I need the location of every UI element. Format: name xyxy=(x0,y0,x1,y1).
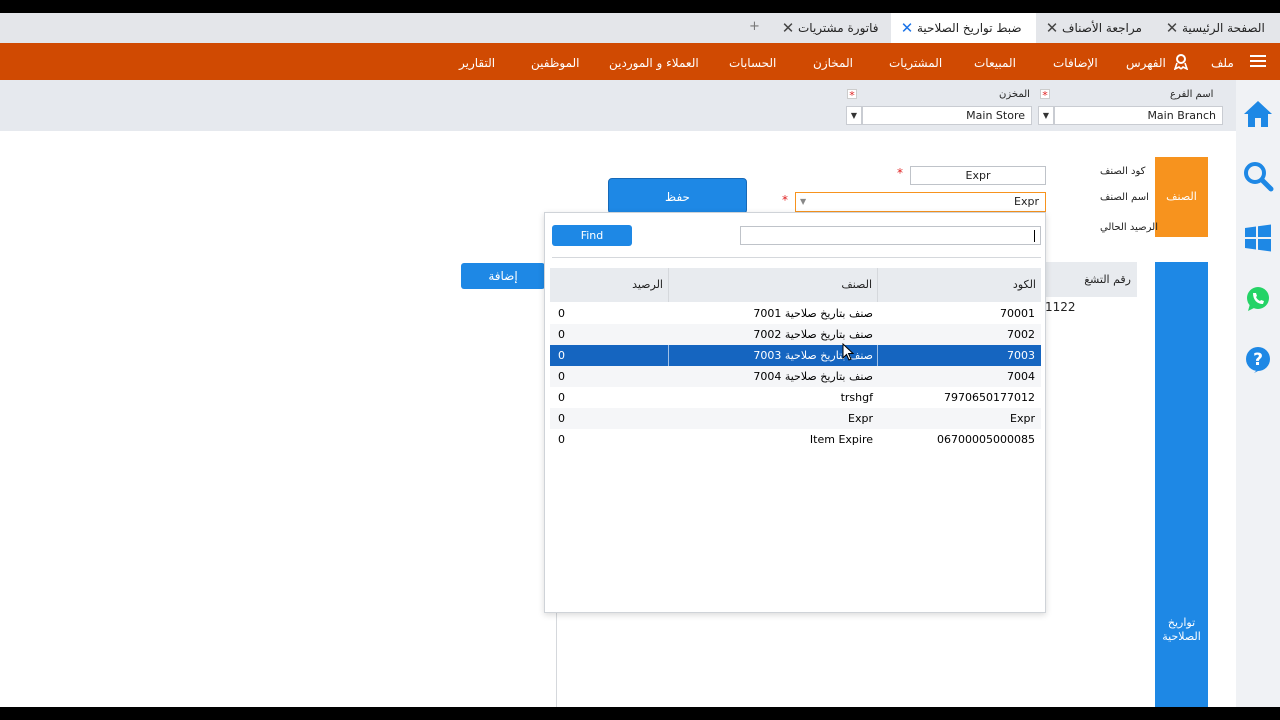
windows-icon[interactable] xyxy=(1242,222,1274,254)
cell-code: Expr xyxy=(1010,412,1035,425)
cell-name: صنف بتاريخ صلاحية 7004 xyxy=(753,370,873,383)
table-row[interactable]: 7970650177012 trshgf 0 xyxy=(550,387,1041,408)
cell-name: trshgf xyxy=(840,391,873,404)
mouse-cursor-icon xyxy=(842,343,854,361)
store-select[interactable]: Main Store xyxy=(862,106,1032,125)
cell-name: صنف بتاريخ صلاحية 7001 xyxy=(753,307,873,320)
cell-balance: 0 xyxy=(558,307,565,320)
cell-balance: 0 xyxy=(558,328,565,341)
required-mark: * xyxy=(897,166,903,180)
index-icon xyxy=(1174,54,1188,70)
menu-sales[interactable]: المبيعات xyxy=(974,43,1016,80)
batch-number-header: رقم التشغ xyxy=(1040,262,1137,297)
hamburger-icon[interactable] xyxy=(1250,55,1266,67)
close-icon[interactable]: ✕ xyxy=(1042,19,1062,37)
menu-customers-suppliers[interactable]: العملاء و الموردين xyxy=(609,43,699,80)
table-row[interactable]: 70001 صنف بتاريخ صلاحية 7001 0 xyxy=(550,303,1041,324)
close-icon[interactable]: ✕ xyxy=(778,19,798,37)
expiry-section-tab[interactable]: تواريخ الصلاحية xyxy=(1155,262,1208,707)
table-row[interactable]: Expr Expr 0 xyxy=(550,408,1041,429)
table-row[interactable]: 7002 صنف بتاريخ صلاحية 7002 0 xyxy=(550,324,1041,345)
required-mark: * xyxy=(847,89,857,101)
cell-name: Item Expire xyxy=(809,433,873,446)
cell-balance: 0 xyxy=(558,349,565,362)
help-icon[interactable]: ? xyxy=(1242,345,1274,377)
tab-label: الصفحة الرئيسية xyxy=(1182,21,1265,35)
tab-expiry-dates[interactable]: ✕ ضبط تواريخ الصلاحية xyxy=(891,13,1036,43)
menu-additions[interactable]: الإضافات xyxy=(1053,43,1098,80)
menu-reports[interactable]: التقارير xyxy=(459,43,495,80)
search-icon[interactable] xyxy=(1242,160,1274,192)
column-header-code[interactable]: الكود xyxy=(877,268,1041,302)
divider xyxy=(552,257,1041,258)
item-name-label: اسم الصنف xyxy=(1100,192,1149,203)
chevron-down-icon[interactable]: ▼ xyxy=(1038,106,1054,125)
store-label: المخزن xyxy=(999,89,1030,100)
close-icon[interactable]: ✕ xyxy=(1162,19,1182,37)
cell-name: صنف بتاريخ صلاحية 7002 xyxy=(753,328,873,341)
column-header-name[interactable]: الصنف xyxy=(668,268,877,302)
save-button[interactable]: حفظ xyxy=(608,178,747,214)
item-code-input[interactable]: Expr xyxy=(910,166,1046,185)
cell-code: 7002 xyxy=(1007,328,1035,341)
cell-balance: 0 xyxy=(558,370,565,383)
item-code-label: كود الصنف xyxy=(1100,166,1146,177)
required-mark: * xyxy=(1040,89,1050,101)
table-row[interactable]: 06700005000085 Item Expire 0 xyxy=(550,429,1041,450)
add-tab-button[interactable]: + xyxy=(749,13,760,43)
cell-name: Expr xyxy=(848,412,873,425)
text-caret xyxy=(1034,230,1035,242)
item-name-combo[interactable]: ▼ Expr xyxy=(795,192,1046,212)
menu-employees[interactable]: الموظفين xyxy=(531,43,580,80)
cell-code: 70001 xyxy=(1000,307,1035,320)
tab-label: فاتورة مشتريات xyxy=(798,21,879,35)
whatsapp-icon[interactable] xyxy=(1242,283,1274,315)
cell-code: 7003 xyxy=(1007,349,1035,362)
find-button[interactable]: Find xyxy=(552,225,632,246)
item-section-tab[interactable]: الصنف xyxy=(1155,157,1208,237)
tab-home[interactable]: ✕ الصفحة الرئيسية xyxy=(1156,13,1280,43)
table-row[interactable]: 7004 صنف بتاريخ صلاحية 7004 0 xyxy=(550,366,1041,387)
cell-code: 7970650177012 xyxy=(944,391,1035,404)
cell-balance: 0 xyxy=(558,412,565,425)
chevron-down-icon[interactable]: ▼ xyxy=(846,106,862,125)
branch-select[interactable]: Main Branch xyxy=(1054,106,1223,125)
svg-text:?: ? xyxy=(1253,350,1263,370)
menu-accounts[interactable]: الحسابات xyxy=(729,43,776,80)
table-row[interactable]: 7003 صنف بتاريخ صلاحية 7003 0 xyxy=(550,345,1041,366)
cell-code: 06700005000085 xyxy=(937,433,1035,446)
top-black-bar xyxy=(0,0,1280,13)
expiry-section-label: تواريخ الصلاحية xyxy=(1162,616,1201,643)
cell-code: 7004 xyxy=(1007,370,1035,383)
tab-strip: ✕ الصفحة الرئيسية ✕ مراجعة الأصناف ✕ ضبط… xyxy=(0,13,1280,43)
home-icon[interactable] xyxy=(1242,98,1274,130)
add-button[interactable]: إضافة xyxy=(461,263,545,289)
current-balance-label: الرصيد الحالي xyxy=(1100,222,1158,233)
menu-purchases[interactable]: المشتريات xyxy=(889,43,942,80)
tab-label: مراجعة الأصناف xyxy=(1062,21,1142,35)
app-window: ✕ الصفحة الرئيسية ✕ مراجعة الأصناف ✕ ضبط… xyxy=(0,0,1280,720)
lookup-table-header: الكود الصنف الرصيد xyxy=(550,268,1041,302)
branch-label: اسم الفرع xyxy=(1170,89,1214,100)
cell-balance: 0 xyxy=(558,391,565,404)
tab-items-review[interactable]: ✕ مراجعة الأصناف xyxy=(1036,13,1156,43)
menu-file[interactable]: ملف xyxy=(1211,43,1234,80)
column-header-balance[interactable]: الرصيد xyxy=(550,268,668,302)
lookup-search-input[interactable] xyxy=(740,226,1041,245)
menu-stores[interactable]: المخازن xyxy=(813,43,853,80)
bottom-black-bar xyxy=(0,707,1280,720)
item-name-value: Expr xyxy=(1014,195,1039,208)
cell-balance: 0 xyxy=(558,433,565,446)
main-menu-bar: ملف الفهرس الإضافات المبيعات المشتريات ا… xyxy=(0,43,1280,80)
filter-bar: اسم الفرع * Main Branch ▼ المخزن * Main … xyxy=(0,80,1236,131)
right-sidebar: ? xyxy=(1236,80,1280,707)
tab-label: ضبط تواريخ الصلاحية xyxy=(917,21,1022,35)
close-icon[interactable]: ✕ xyxy=(897,19,917,37)
menu-index[interactable]: الفهرس xyxy=(1126,43,1166,80)
batch-number-value[interactable]: 1122 xyxy=(1045,300,1076,314)
chevron-down-icon[interactable]: ▼ xyxy=(800,193,806,211)
item-lookup-popup: Find الكود الصنف الرصيد 70001 صنف بتاريخ … xyxy=(544,212,1046,613)
required-mark: * xyxy=(782,193,788,207)
tab-purchase-invoice[interactable]: ✕ فاتورة مشتريات xyxy=(772,13,891,43)
